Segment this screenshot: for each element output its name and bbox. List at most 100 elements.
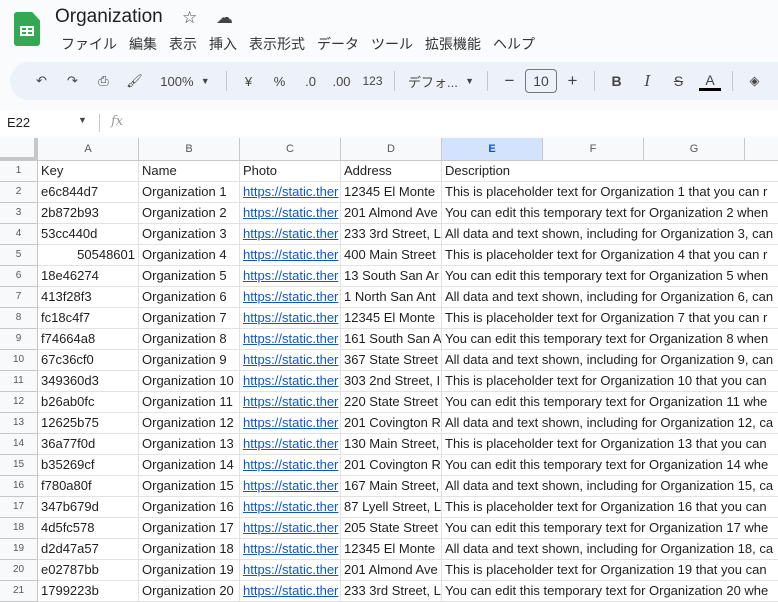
cell-photo[interactable]: https://static.ther xyxy=(240,371,341,392)
cell-key[interactable]: 67c36cf0 xyxy=(38,350,139,371)
row-header[interactable]: 11 xyxy=(0,371,38,392)
cell-address[interactable]: 12345 El Monte xyxy=(341,539,442,560)
row-header[interactable]: 7 xyxy=(0,287,38,308)
cell-key[interactable]: b26ab0fc xyxy=(38,392,139,413)
cell-address[interactable]: 12345 El Monte xyxy=(341,182,442,203)
menu-format[interactable]: 表示形式 xyxy=(243,34,311,54)
cell-photo[interactable]: https://static.ther xyxy=(240,455,341,476)
undo-icon[interactable]: ↶ xyxy=(26,67,57,95)
row-header[interactable]: 9 xyxy=(0,329,38,350)
cell-address[interactable]: 167 Main Street, xyxy=(341,476,442,497)
cell-address[interactable]: 220 State Street xyxy=(341,392,442,413)
menu-insert[interactable]: 挿入 xyxy=(203,34,243,54)
row-header[interactable]: 1 xyxy=(0,161,38,182)
cell-key[interactable]: e6c844d7 xyxy=(38,182,139,203)
cell-photo[interactable]: https://static.ther xyxy=(240,182,341,203)
cell-address[interactable]: 303 2nd Street, I xyxy=(341,371,442,392)
row-header[interactable]: 3 xyxy=(0,203,38,224)
cell-photo[interactable]: https://static.ther xyxy=(240,560,341,581)
chevron-down-icon[interactable]: ▼ xyxy=(78,115,87,125)
menu-view[interactable]: 表示 xyxy=(163,34,203,54)
cell-name[interactable]: Organization 7 xyxy=(139,308,240,329)
menu-extensions[interactable]: 拡張機能 xyxy=(419,34,487,54)
row-header[interactable]: 8 xyxy=(0,308,38,329)
cell-key[interactable]: 349360d3 xyxy=(38,371,139,392)
cell-description[interactable]: This is placeholder text for Organizatio… xyxy=(442,308,778,329)
cell-address[interactable]: 400 Main Street xyxy=(341,245,442,266)
column-header-b[interactable]: B xyxy=(139,138,240,161)
cell-name[interactable]: Organization 19 xyxy=(139,560,240,581)
row-header[interactable]: 14 xyxy=(0,434,38,455)
cell-description[interactable]: This is placeholder text for Organizatio… xyxy=(442,560,778,581)
cell-key[interactable]: 1799223b xyxy=(38,581,139,602)
cell-description[interactable]: You can edit this temporary text for Org… xyxy=(442,455,778,476)
zoom-select[interactable]: 100% ▼ xyxy=(150,67,220,95)
currency-button[interactable]: ¥ xyxy=(233,67,264,95)
row-header[interactable]: 19 xyxy=(0,539,38,560)
row-header[interactable]: 6 xyxy=(0,266,38,287)
row-header[interactable]: 21 xyxy=(0,581,38,602)
row-header[interactable]: 4 xyxy=(0,224,38,245)
font-select[interactable]: デフォ... ▼ xyxy=(401,67,481,95)
cell-name[interactable]: Organization 1 xyxy=(139,182,240,203)
row-header[interactable]: 18 xyxy=(0,518,38,539)
cell-description[interactable]: You can edit this temporary text for Org… xyxy=(442,266,778,287)
cell-description[interactable]: You can edit this temporary text for Org… xyxy=(442,518,778,539)
bold-button[interactable]: B xyxy=(601,67,632,95)
cell-key[interactable]: 2b872b93 xyxy=(38,203,139,224)
cell-name[interactable]: Organization 13 xyxy=(139,434,240,455)
cell-photo[interactable]: https://static.ther xyxy=(240,329,341,350)
cell-description[interactable]: Description xyxy=(442,161,778,182)
select-all-corner[interactable] xyxy=(0,138,38,161)
cell-description[interactable]: All data and text shown, including for O… xyxy=(442,413,778,434)
font-size-increase-icon[interactable]: + xyxy=(557,67,588,95)
row-header[interactable]: 16 xyxy=(0,476,38,497)
cell-name[interactable]: Organization 10 xyxy=(139,371,240,392)
cell-description[interactable]: All data and text shown, including for O… xyxy=(442,350,778,371)
cell-photo[interactable]: https://static.ther xyxy=(240,287,341,308)
cell-name[interactable]: Organization 9 xyxy=(139,350,240,371)
italic-button[interactable]: I xyxy=(632,67,663,95)
percent-button[interactable]: % xyxy=(264,67,295,95)
cell-description[interactable]: You can edit this temporary text for Org… xyxy=(442,203,778,224)
cell-photo[interactable]: https://static.ther xyxy=(240,308,341,329)
column-header-f[interactable]: F xyxy=(543,138,644,161)
increase-decimal-button[interactable]: .00 xyxy=(326,67,357,95)
cell-description[interactable]: This is placeholder text for Organizatio… xyxy=(442,182,778,203)
cell-address[interactable]: 233 3rd Street, L xyxy=(341,224,442,245)
cell-key[interactable]: f74664a8 xyxy=(38,329,139,350)
cell-key[interactable]: 413f28f3 xyxy=(38,287,139,308)
row-header[interactable]: 20 xyxy=(0,560,38,581)
cell-name[interactable]: Organization 15 xyxy=(139,476,240,497)
cell-name[interactable]: Organization 12 xyxy=(139,413,240,434)
menu-tools[interactable]: ツール xyxy=(365,34,419,54)
cell-name[interactable]: Organization 6 xyxy=(139,287,240,308)
cell-address[interactable]: 205 State Street xyxy=(341,518,442,539)
cell-key[interactable]: 50548601 xyxy=(38,245,139,266)
cell-description[interactable]: All data and text shown, including for O… xyxy=(442,287,778,308)
cell-key[interactable]: fc18c4f7 xyxy=(38,308,139,329)
cell-description[interactable]: You can edit this temporary text for Org… xyxy=(442,392,778,413)
cell-name[interactable]: Organization 3 xyxy=(139,224,240,245)
spreadsheet-grid[interactable]: A B C D E F G 1 Key Name Photo Address Description 2 e… xyxy=(0,138,778,602)
menu-help[interactable]: ヘルプ xyxy=(487,34,541,54)
cell-photo[interactable]: https://static.ther xyxy=(240,392,341,413)
cloud-status-icon[interactable]: ☁ xyxy=(216,8,233,28)
cell-key[interactable]: Key xyxy=(38,161,139,182)
row-header[interactable]: 10 xyxy=(0,350,38,371)
cell-photo[interactable]: https://static.ther xyxy=(240,539,341,560)
cell-key[interactable]: 53cc440d xyxy=(38,224,139,245)
cell-name[interactable]: Organization 20 xyxy=(139,581,240,602)
cell-key[interactable]: e02787bb xyxy=(38,560,139,581)
cell-key[interactable]: 12625b75 xyxy=(38,413,139,434)
font-size-input[interactable]: 10 xyxy=(525,69,557,93)
cell-address[interactable]: 13 South San Ar xyxy=(341,266,442,287)
cell-description[interactable]: This is placeholder text for Organizatio… xyxy=(442,497,778,518)
cell-description[interactable]: This is placeholder text for Organizatio… xyxy=(442,371,778,392)
column-header-h[interactable] xyxy=(745,138,778,161)
cell-photo[interactable]: Photo xyxy=(240,161,341,182)
cell-photo[interactable]: https://static.ther xyxy=(240,350,341,371)
cell-address[interactable]: 161 South San A xyxy=(341,329,442,350)
column-header-g[interactable]: G xyxy=(644,138,745,161)
cell-name[interactable]: Organization 16 xyxy=(139,497,240,518)
